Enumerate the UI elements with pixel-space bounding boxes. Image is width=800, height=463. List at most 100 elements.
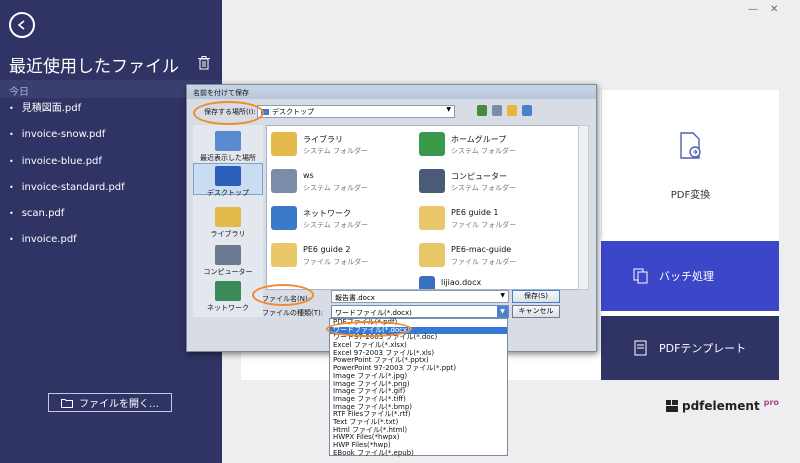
network-icon <box>215 281 241 301</box>
library-icon <box>215 207 241 227</box>
view-menu-icon[interactable] <box>522 105 532 116</box>
place-computer[interactable]: コンピューター <box>193 245 263 277</box>
file-item[interactable]: ホームグループ システム フォルダー <box>419 130 559 160</box>
back-button[interactable] <box>9 12 35 38</box>
file-type: ファイル フォルダー <box>451 221 517 229</box>
location-value: デスクトップ <box>272 108 314 116</box>
filetype-select[interactable]: ワードファイル(*.docx) ▼ <box>331 305 509 318</box>
recent-file-item[interactable]: invoice-blue.pdf <box>9 155 125 181</box>
recent-file-item[interactable]: scan.pdf <box>9 207 125 233</box>
filetype-label: ファイルの種類(T): <box>262 309 324 317</box>
desktop-icon <box>261 109 269 115</box>
dialog-title: 名前を付けて保存 <box>187 85 596 99</box>
chevron-down-icon: ▼ <box>497 306 508 317</box>
save-as-dialog: 名前を付けて保存 保存する場所(I): デスクトップ ▼ 最近表示した場所 デス… <box>186 84 597 352</box>
batch-icon <box>633 268 648 284</box>
place-label: ネットワーク <box>207 304 249 312</box>
pdf-convert-card[interactable]: PDF変換 <box>601 90 779 238</box>
place-label: デスクトップ <box>207 189 249 197</box>
chevron-down-icon: ▼ <box>500 292 505 299</box>
folder-icon <box>419 206 445 230</box>
chevron-down-icon: ▼ <box>446 106 451 113</box>
location-select[interactable]: デスクトップ ▼ <box>257 105 455 118</box>
file-list-scrollbar[interactable] <box>578 125 589 290</box>
new-folder-icon[interactable] <box>507 105 517 116</box>
folder-open-icon <box>61 398 73 408</box>
places-bar: 最近表示した場所 デスクトップ ライブラリ コンピューター ネットワーク <box>193 125 263 317</box>
minimize-button[interactable]: — <box>748 4 758 15</box>
close-button[interactable]: ✕ <box>770 4 778 15</box>
filename-value: 報告書.docx <box>335 294 375 302</box>
cancel-button[interactable]: キャンセル <box>512 305 560 318</box>
file-name: ライブラリ <box>303 135 343 144</box>
folder-icon <box>419 243 445 267</box>
pro-badge: pro <box>763 397 779 407</box>
convert-icon <box>680 132 701 159</box>
file-item[interactable]: PE6-mac-guide ファイル フォルダー <box>419 241 559 271</box>
open-file-button[interactable]: ファイルを開く… <box>48 393 172 412</box>
up-folder-icon[interactable] <box>492 105 502 116</box>
recent-file-item[interactable]: invoice-standard.pdf <box>9 181 125 207</box>
template-icon <box>634 340 647 356</box>
file-name: ネットワーク <box>303 209 351 218</box>
filetype-dropdown: PDFファイル(*.pdf) ワードファイル(*.docx) ワード97-200… <box>329 318 508 456</box>
place-label: ライブラリ <box>210 230 246 238</box>
recent-file-item[interactable]: invoice.pdf <box>9 233 125 259</box>
back-icon[interactable] <box>477 105 487 116</box>
pdf-template-card[interactable]: PDFテンプレート <box>601 316 779 380</box>
filetype-value: ワードファイル(*.docx) <box>335 309 412 317</box>
file-name: PE6 guide 1 <box>451 208 499 217</box>
location-label: 保存する場所(I): <box>204 108 256 116</box>
desktop-icon <box>215 166 241 186</box>
place-library[interactable]: ライブラリ <box>193 207 263 239</box>
recent-places-icon <box>215 131 241 151</box>
file-type: システム フォルダー <box>451 184 517 192</box>
homegroup-icon <box>419 132 445 156</box>
trash-icon[interactable] <box>198 56 210 70</box>
place-label: 最近表示した場所 <box>200 154 256 162</box>
file-item[interactable]: PE6 guide 1 ファイル フォルダー <box>419 204 559 234</box>
dialog-toolbar <box>477 105 532 116</box>
file-name: コンピューター <box>451 172 507 181</box>
file-type: システム フォルダー <box>303 221 369 229</box>
pdf-convert-label: PDF変換 <box>670 190 711 201</box>
page-title: 最近使用したファイル <box>9 57 179 77</box>
arrow-left-icon <box>17 20 25 30</box>
file-item[interactable]: ネットワーク システム フォルダー <box>271 204 411 234</box>
file-type: システム フォルダー <box>451 147 517 155</box>
file-name: ホームグループ <box>451 135 507 144</box>
file-type: ファイル フォルダー <box>451 258 517 266</box>
computer-icon <box>215 245 241 265</box>
file-name: ws <box>303 171 314 180</box>
network-icon <box>271 206 297 230</box>
file-type: システム フォルダー <box>303 184 369 192</box>
dropdown-option[interactable]: EBook ファイル(*.epub) <box>330 449 507 458</box>
place-label: コンピューター <box>203 268 253 276</box>
open-file-label: ファイルを開く… <box>79 399 159 410</box>
filename-input[interactable]: 報告書.docx ▼ <box>331 290 509 303</box>
file-name: PE6 guide 2 <box>303 245 351 254</box>
pdf-template-label: PDFテンプレート <box>659 342 747 355</box>
file-item[interactable]: ライブラリ システム フォルダー <box>271 130 411 160</box>
recent-file-list: 見積図面.pdf invoice-snow.pdf invoice-blue.p… <box>9 102 125 260</box>
place-network[interactable]: ネットワーク <box>193 281 263 313</box>
file-item[interactable]: ws システム フォルダー <box>271 167 411 197</box>
file-list-view: ライブラリ システム フォルダー ホームグループ システム フォルダー ws シ… <box>266 125 579 290</box>
filename-label: ファイル名(N): <box>262 295 311 303</box>
file-type: ファイル フォルダー <box>303 258 369 266</box>
file-item[interactable]: コンピューター システム フォルダー <box>419 167 559 197</box>
user-icon <box>271 169 297 193</box>
place-desktop[interactable]: デスクトップ <box>193 163 263 197</box>
file-item[interactable]: lijiao.docx <box>419 274 559 289</box>
place-recent[interactable]: 最近表示した場所 <box>193 131 263 163</box>
folder-icon <box>271 243 297 267</box>
file-item[interactable]: PE6 guide 2 ファイル フォルダー <box>271 241 411 271</box>
file-name: PE6-mac-guide <box>451 245 512 254</box>
brand-logo: pdfelement pro <box>666 397 779 413</box>
recent-file-item[interactable]: 見積図面.pdf <box>9 102 125 128</box>
batch-process-card[interactable]: バッチ処理 <box>601 241 779 311</box>
batch-process-label: バッチ処理 <box>659 270 714 283</box>
recent-file-item[interactable]: invoice-snow.pdf <box>9 128 125 154</box>
save-button[interactable]: 保存(S) <box>512 290 560 303</box>
pdfelement-logo-icon <box>666 400 678 412</box>
